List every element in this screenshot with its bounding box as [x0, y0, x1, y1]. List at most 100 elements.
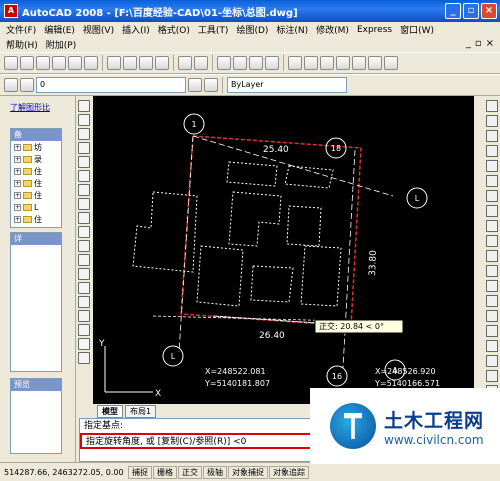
chamfer-icon[interactable] — [486, 310, 498, 322]
osnap-toggle[interactable]: 对象捕捉 — [228, 465, 268, 479]
tree-item[interactable]: + 住 — [11, 177, 61, 189]
line-icon[interactable] — [78, 100, 90, 112]
dim-linear-icon[interactable] — [486, 370, 498, 382]
hatch-icon[interactable] — [78, 296, 90, 308]
print-preview-icon[interactable] — [68, 56, 82, 70]
construction-line-icon[interactable] — [78, 114, 90, 126]
make-block-icon[interactable] — [78, 268, 90, 280]
scale-icon[interactable] — [486, 205, 498, 217]
extend-icon[interactable] — [486, 250, 498, 262]
doc-close-button[interactable]: × — [486, 38, 494, 49]
publish-icon[interactable] — [84, 56, 98, 70]
polyline-icon[interactable] — [78, 128, 90, 140]
layer-previous-icon[interactable] — [204, 78, 218, 92]
restore-button[interactable]: ▫ — [463, 3, 479, 19]
layer-select[interactable]: 0 — [36, 77, 186, 93]
zoom-realtime-icon[interactable] — [233, 56, 247, 70]
array-icon[interactable] — [486, 160, 498, 172]
menu-item-row1-9[interactable]: Express — [353, 25, 396, 35]
erase-icon[interactable] — [486, 100, 498, 112]
table-icon[interactable] — [78, 338, 90, 350]
break-icon[interactable] — [486, 280, 498, 292]
menu-item-row1-5[interactable]: 工具(T) — [194, 23, 233, 36]
menu-item-row1-10[interactable]: 窗口(W) — [396, 23, 438, 36]
otrack-toggle[interactable]: 对象追踪 — [269, 465, 309, 479]
doc-restore-button[interactable]: ▫ — [475, 38, 482, 49]
polygon-icon[interactable] — [78, 142, 90, 154]
menu-item-row1-2[interactable]: 视图(V) — [79, 23, 118, 36]
doc-minimize-button[interactable]: _ — [466, 38, 471, 49]
expand-icon[interactable]: + — [14, 215, 21, 223]
explode-icon[interactable] — [486, 340, 498, 352]
undo-icon[interactable] — [178, 56, 192, 70]
tree-item[interactable]: + 坊 — [11, 141, 61, 153]
copy-icon[interactable] — [123, 56, 137, 70]
point-icon[interactable] — [78, 282, 90, 294]
stretch-icon[interactable] — [486, 220, 498, 232]
pan-icon[interactable] — [217, 56, 231, 70]
menu-item-row1-6[interactable]: 绘图(D) — [232, 23, 272, 36]
menu-item-row2-1[interactable]: 附加(P) — [42, 38, 80, 51]
save-icon[interactable] — [36, 56, 50, 70]
expand-icon[interactable]: + — [14, 191, 21, 199]
close-button[interactable]: × — [481, 3, 497, 19]
draw-order-icon[interactable] — [486, 355, 498, 367]
zoom-window-icon[interactable] — [249, 56, 263, 70]
gradient-icon[interactable] — [78, 310, 90, 322]
sheet-set-icon[interactable] — [336, 56, 350, 70]
revision-cloud-icon[interactable] — [78, 198, 90, 210]
rotate-icon[interactable] — [486, 190, 498, 202]
minimize-button[interactable]: _ — [445, 3, 461, 19]
match-properties-icon[interactable] — [155, 56, 169, 70]
design-center-icon[interactable] — [304, 56, 318, 70]
menu-item-row1-1[interactable]: 编辑(E) — [40, 23, 79, 36]
menu-item-row1-3[interactable]: 插入(I) — [118, 23, 154, 36]
expand-icon[interactable]: + — [14, 179, 21, 187]
rectangle-icon[interactable] — [78, 156, 90, 168]
menu-item-row1-7[interactable]: 标注(N) — [272, 23, 312, 36]
snap-toggle[interactable]: 捕捉 — [128, 465, 152, 479]
mirror-icon[interactable] — [486, 130, 498, 142]
insert-block-icon[interactable] — [78, 254, 90, 266]
copy-object-icon[interactable] — [486, 115, 498, 127]
redo-icon[interactable] — [194, 56, 208, 70]
circle-icon[interactable] — [78, 184, 90, 196]
markup-icon[interactable] — [352, 56, 366, 70]
expand-icon[interactable]: + — [14, 203, 21, 211]
expand-icon[interactable]: + — [14, 155, 21, 163]
tree-item[interactable]: + 住 — [11, 189, 61, 201]
tab-layout1[interactable]: 布局1 — [125, 404, 157, 418]
menu-item-row1-0[interactable]: 文件(F) — [2, 23, 40, 36]
multiline-text-icon[interactable] — [78, 352, 90, 364]
new-file-icon[interactable] — [4, 56, 18, 70]
make-current-layer-icon[interactable] — [188, 78, 202, 92]
tab-model[interactable]: 模型 — [97, 404, 123, 418]
open-file-icon[interactable] — [20, 56, 34, 70]
plot-icon[interactable] — [52, 56, 66, 70]
drawing-canvas[interactable]: 1 18 L L A 16 25.40 33.80 26.40 X=248522… — [93, 96, 474, 404]
tree-item[interactable]: + 住 — [11, 165, 61, 177]
move-icon[interactable] — [486, 175, 498, 187]
paste-icon[interactable] — [139, 56, 153, 70]
expand-icon[interactable]: + — [14, 143, 21, 151]
autocad-app-icon[interactable]: A — [4, 4, 18, 18]
ortho-toggle[interactable]: 正交 — [178, 465, 202, 479]
break-at-point-icon[interactable] — [486, 265, 498, 277]
menu-item-row2-0[interactable]: 帮助(H) — [2, 38, 42, 51]
calculator-icon[interactable] — [368, 56, 382, 70]
menu-item-row1-4[interactable]: 格式(O) — [154, 23, 194, 36]
properties-icon[interactable] — [288, 56, 302, 70]
info-link[interactable]: 了解图形比 — [10, 102, 50, 113]
help-icon[interactable] — [384, 56, 398, 70]
layer-manager-icon[interactable] — [4, 78, 18, 92]
tree-item[interactable]: + 录 — [11, 153, 61, 165]
ellipse-icon[interactable] — [78, 226, 90, 238]
expand-icon[interactable]: + — [14, 167, 21, 175]
lightbulb-icon[interactable] — [20, 78, 34, 92]
join-icon[interactable] — [486, 295, 498, 307]
ellipse-arc-icon[interactable] — [78, 240, 90, 252]
cut-icon[interactable] — [107, 56, 121, 70]
tool-palettes-icon[interactable] — [320, 56, 334, 70]
fillet-icon[interactable] — [486, 325, 498, 337]
region-icon[interactable] — [78, 324, 90, 336]
